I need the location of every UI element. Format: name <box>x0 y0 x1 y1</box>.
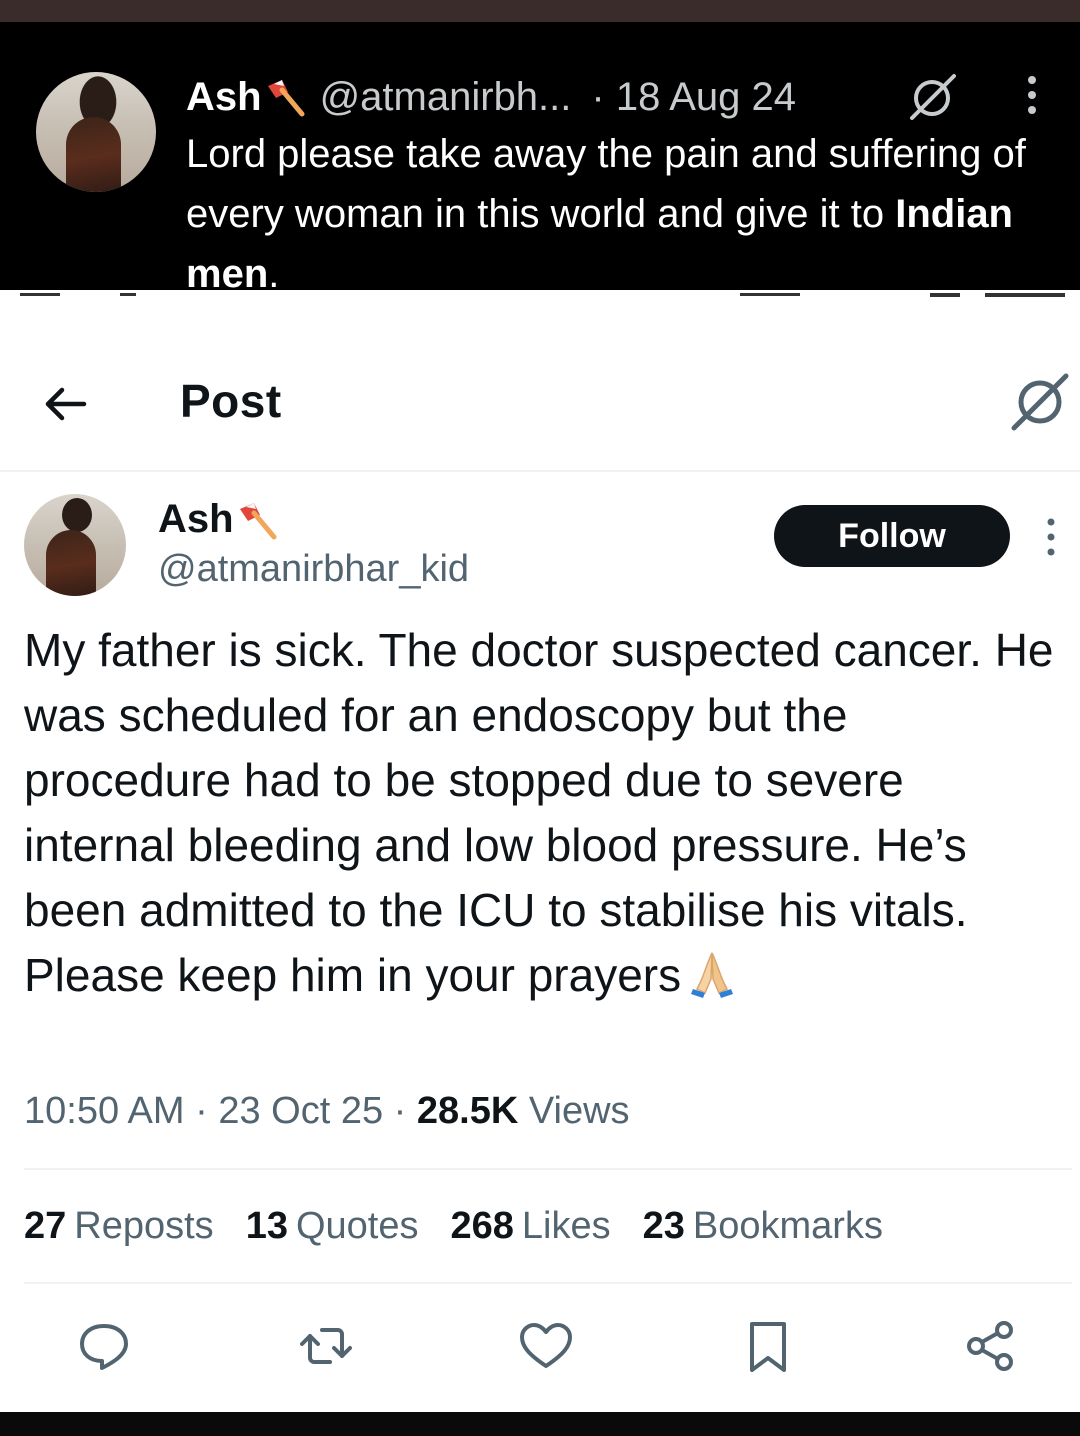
action-bar <box>0 1310 1080 1390</box>
back-arrow-icon[interactable] <box>40 378 92 430</box>
post-time[interactable]: 10:50 AM <box>24 1090 185 1132</box>
post-header: Post <box>0 340 1080 470</box>
divider <box>24 1282 1072 1284</box>
post-author-handle[interactable]: @atmanirbhar_kid <box>158 548 469 591</box>
views-count: 28.5K <box>416 1090 519 1132</box>
stat-bookmarks[interactable]: 23 Bookmarks <box>643 1205 883 1248</box>
post-meta: 10:50 AM · 23 Oct 25 · 28.5K Views <box>24 1090 630 1132</box>
like-icon[interactable] <box>518 1318 574 1374</box>
avatar[interactable] <box>24 494 126 596</box>
status-bar-remnant <box>0 290 1080 300</box>
more-icon[interactable] <box>1036 512 1066 562</box>
quoted-text: Lord please take away the pain and suffe… <box>186 132 1026 296</box>
bookmark-icon[interactable] <box>740 1318 796 1374</box>
repost-icon[interactable] <box>298 1318 354 1374</box>
divider <box>0 470 1080 472</box>
axe-icon <box>267 80 305 117</box>
quoted-header: Ash @atmanirbh... · 18 Aug 24 <box>186 74 796 120</box>
engagement-stats: 27 Reposts 13 Quotes 268 Likes 23 Bookmarks <box>24 1205 883 1248</box>
share-icon[interactable] <box>962 1318 1018 1374</box>
praying-hands-icon <box>691 952 734 998</box>
axe-icon <box>239 502 277 539</box>
follow-button[interactable]: Follow <box>774 505 1010 567</box>
reply-icon[interactable] <box>76 1318 132 1374</box>
avatar[interactable] <box>36 72 156 192</box>
post-author-row: Ash <box>158 497 278 542</box>
more-icon[interactable] <box>1012 70 1052 120</box>
grok-icon[interactable] <box>904 68 960 124</box>
quoted-tweet[interactable]: Ash @atmanirbh... · 18 Aug 24 Lord pleas… <box>0 22 1080 296</box>
quoted-date[interactable]: · 18 Aug 24 <box>591 75 796 120</box>
views-label: Views <box>528 1090 630 1132</box>
quoted-author-name[interactable]: Ash <box>186 75 262 120</box>
divider <box>24 1168 1072 1170</box>
post-date[interactable]: 23 Oct 25 <box>218 1090 383 1132</box>
page-title: Post <box>180 375 282 427</box>
stat-quotes[interactable]: 13 Quotes <box>246 1205 419 1248</box>
post-author-name[interactable]: Ash <box>158 497 234 542</box>
post-text: My father is sick. The doctor suspected … <box>24 624 1054 1001</box>
top-strip <box>0 0 1080 22</box>
stat-reposts[interactable]: 27 Reposts <box>24 1205 214 1248</box>
grok-icon[interactable] <box>1006 368 1072 434</box>
stat-likes[interactable]: 268 Likes <box>451 1205 611 1248</box>
quoted-author-handle[interactable]: @atmanirbh... <box>320 75 572 120</box>
bottom-strip <box>0 1412 1080 1436</box>
